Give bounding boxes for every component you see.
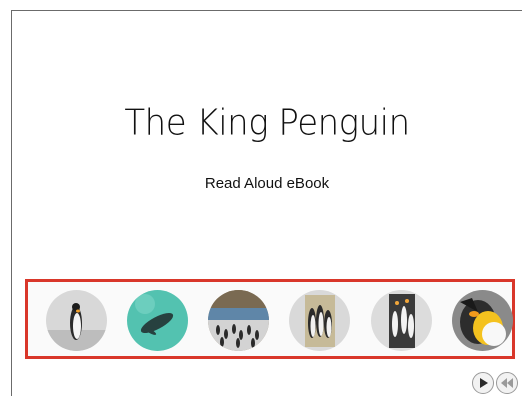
book-title: The King Penguin xyxy=(124,102,410,144)
play-button[interactable] xyxy=(472,372,494,394)
play-icon xyxy=(480,378,488,388)
three-penguins-thumbnail[interactable] xyxy=(289,290,350,351)
penguin-colony-beach-thumbnail[interactable] xyxy=(208,290,269,351)
standing-penguin-thumbnail[interactable] xyxy=(46,290,107,351)
rewind-button[interactable] xyxy=(496,372,518,394)
thumbnail-strip xyxy=(25,279,515,359)
playback-controls xyxy=(472,372,518,394)
swimming-penguin-thumbnail[interactable] xyxy=(127,290,188,351)
rewind-icon xyxy=(501,378,513,388)
penguin-group-thumbnail[interactable] xyxy=(371,290,432,351)
penguin-closeup-thumbnail[interactable] xyxy=(452,290,513,351)
book-subtitle: Read Aloud eBook xyxy=(204,175,330,192)
slide-canvas: The King Penguin Read Aloud eBook xyxy=(11,10,522,396)
